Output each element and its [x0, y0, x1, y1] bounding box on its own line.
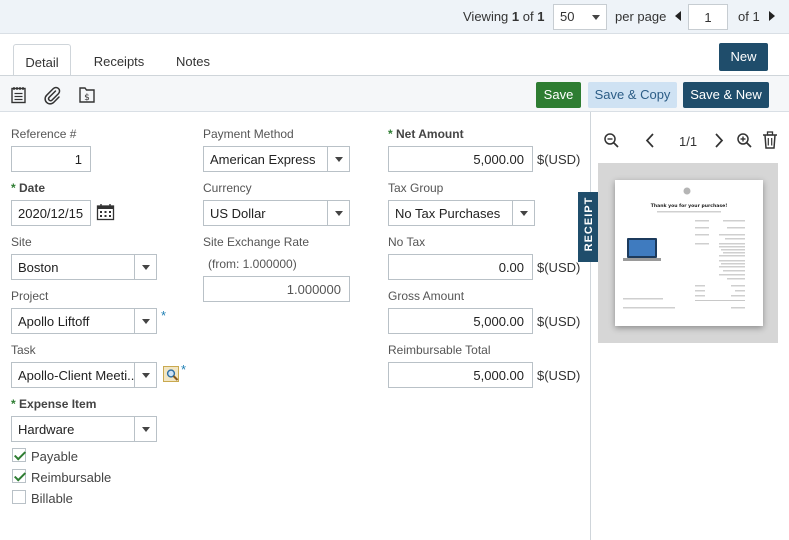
project-value: Apollo Liftoff — [18, 314, 90, 329]
receipt-thumbnail[interactable]: Thank you for your purchase! — [615, 180, 763, 326]
chevron-down-icon[interactable] — [512, 201, 534, 225]
currency-value: US Dollar — [210, 206, 266, 221]
chevron-down-icon[interactable] — [134, 309, 156, 333]
reimbursable-total-label: Reimbursable Total — [388, 343, 491, 357]
panel-divider — [590, 112, 591, 540]
per-page-select[interactable]: 50 — [553, 4, 607, 30]
task-value: Apollo-Client Meeti... — [18, 368, 138, 383]
payment-method-value: American Express — [210, 152, 316, 167]
next-page-icon[interactable] — [769, 11, 775, 21]
site-value: Boston — [18, 260, 59, 275]
required-star: * — [161, 308, 167, 323]
prev-page-icon[interactable] — [675, 11, 681, 21]
site-select[interactable]: Boston — [11, 254, 157, 280]
new-button[interactable]: New — [719, 43, 768, 71]
page-of-label: of 1 — [738, 9, 760, 24]
save-button[interactable]: Save — [536, 82, 581, 108]
toolbar: $ Save Save & Copy Save & New — [0, 76, 789, 112]
svg-text:Thank you for your purchase!: Thank you for your purchase! — [651, 203, 728, 209]
reimbursable-total-unit: $(USD) — [537, 368, 581, 383]
search-icon — [166, 369, 179, 381]
notepad-icon[interactable] — [10, 86, 28, 104]
chevron-down-icon[interactable] — [327, 147, 349, 171]
payable-checkbox[interactable] — [12, 448, 26, 462]
chevron-down-icon[interactable] — [134, 363, 156, 387]
tab-notes[interactable]: Notes — [165, 44, 221, 76]
payable-label: Payable — [31, 449, 78, 464]
reimbursable-label: Reimbursable — [31, 470, 112, 485]
net-amount-label: * Net Amount — [388, 127, 464, 141]
project-label: Project — [11, 289, 49, 303]
chevron-down-icon — [592, 15, 600, 20]
no-tax-label: No Tax — [388, 235, 426, 249]
chevron-down-icon[interactable] — [327, 201, 349, 225]
expense-item-value: Hardware — [18, 422, 75, 437]
chevron-down-icon[interactable] — [134, 417, 156, 441]
save-copy-button[interactable]: Save & Copy — [588, 82, 677, 108]
no-tax-input[interactable]: 0.00 — [388, 254, 533, 280]
net-amount-input[interactable]: 5,000.00 — [388, 146, 533, 172]
calendar-icon[interactable] — [96, 203, 115, 221]
receipt-panel-toggle[interactable]: RECEIPT — [578, 192, 600, 262]
reimbursable-checkbox[interactable] — [12, 469, 26, 483]
page-number-input[interactable]: 1 — [688, 4, 728, 30]
pager-bar: Viewing 1 of 1 50 per page 1 of 1 — [0, 0, 789, 34]
currency-label: Currency — [203, 181, 252, 195]
net-amount-unit: $(USD) — [537, 152, 581, 167]
reimbursable-total-input[interactable]: 5,000.00 — [388, 362, 533, 388]
site-label: Site — [11, 235, 32, 249]
tax-group-select[interactable]: No Tax Purchases — [388, 200, 535, 226]
trash-icon[interactable] — [762, 131, 778, 149]
task-lookup-button[interactable] — [163, 366, 179, 382]
gross-amount-label: Gross Amount — [388, 289, 465, 303]
gross-amount-input[interactable]: 5,000.00 — [388, 308, 533, 334]
reference-input[interactable]: 1 — [11, 146, 91, 172]
tab-receipts[interactable]: Receipts — [84, 44, 154, 76]
payment-method-select[interactable]: American Express — [203, 146, 350, 172]
tax-group-label: Tax Group — [388, 181, 444, 195]
date-input[interactable]: 2020/12/15 — [11, 200, 91, 226]
task-select[interactable]: Apollo-Client Meeti... — [11, 362, 157, 388]
chevron-right-icon[interactable] — [713, 132, 725, 149]
receipt-content-image: Thank you for your purchase! — [623, 187, 745, 309]
dollar-document-icon[interactable]: $ — [77, 85, 97, 105]
receipt-tab-label: RECEIPT — [583, 196, 595, 252]
exchange-rate-from: (from: 1.000000) — [208, 257, 297, 271]
zoom-out-icon[interactable] — [603, 132, 620, 149]
paperclip-icon[interactable] — [42, 85, 62, 105]
svg-text:$: $ — [84, 93, 90, 103]
expense-item-select[interactable]: Hardware — [11, 416, 157, 442]
tab-detail[interactable]: Detail — [13, 44, 71, 76]
chevron-down-icon[interactable] — [134, 255, 156, 279]
date-label: * Date — [11, 181, 46, 195]
reference-label: Reference # — [11, 127, 77, 141]
exchange-rate-input[interactable]: 1.000000 — [203, 276, 350, 302]
chevron-left-icon[interactable] — [644, 132, 656, 149]
currency-select[interactable]: US Dollar — [203, 200, 350, 226]
expense-item-label: * Expense Item — [11, 397, 97, 411]
payment-method-label: Payment Method — [203, 127, 294, 141]
gross-amount-unit: $(USD) — [537, 314, 581, 329]
billable-checkbox[interactable] — [12, 490, 26, 504]
billable-label: Billable — [31, 491, 73, 506]
preview-page-indicator: 1/1 — [679, 134, 698, 149]
project-select[interactable]: Apollo Liftoff — [11, 308, 157, 334]
per-page-label: per page — [615, 9, 667, 24]
no-tax-unit: $(USD) — [537, 260, 581, 275]
tax-group-value: No Tax Purchases — [395, 206, 501, 221]
viewing-label: Viewing 1 of 1 — [463, 9, 545, 24]
exchange-rate-label: Site Exchange Rate — [203, 235, 310, 249]
required-star: * — [181, 362, 187, 377]
task-label: Task — [11, 343, 36, 357]
save-new-button[interactable]: Save & New — [683, 82, 769, 108]
per-page-value: 50 — [560, 9, 575, 24]
zoom-in-icon[interactable] — [736, 132, 753, 149]
